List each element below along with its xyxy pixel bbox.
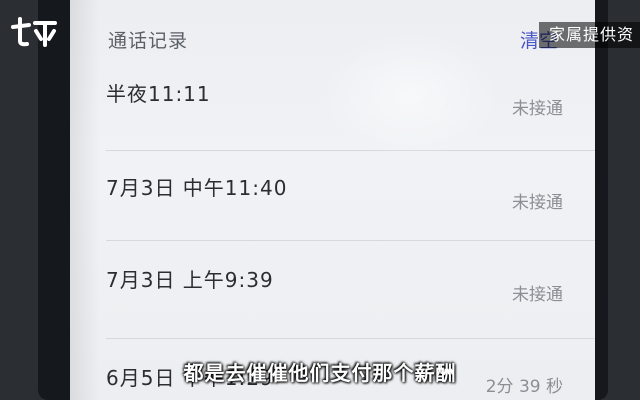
call-status: 未接通 (512, 285, 563, 305)
call-time: 7月3日 上午9:39 (106, 268, 274, 292)
call-log-item[interactable]: 半夜11:11 未接通 (70, 60, 595, 156)
source-watermark: 家属提供资 (538, 22, 640, 48)
call-time: 半夜11:11 (106, 82, 211, 106)
call-log-item[interactable]: 7月3日 中午11:40 未接通 (70, 150, 595, 246)
phone-screen: 通话记录 清空 半夜11:11 未接通 7月3日 中午11:40 未接通 7月3… (70, 0, 595, 400)
call-status: 未接通 (512, 99, 563, 119)
channel-logo (8, 14, 60, 50)
video-subtitle: 都是去催催他们支付那个薪酬 (183, 361, 457, 385)
call-status: 未接通 (512, 193, 563, 213)
page-title: 通话记录 (108, 30, 189, 52)
call-time: 7月3日 中午11:40 (106, 176, 288, 200)
